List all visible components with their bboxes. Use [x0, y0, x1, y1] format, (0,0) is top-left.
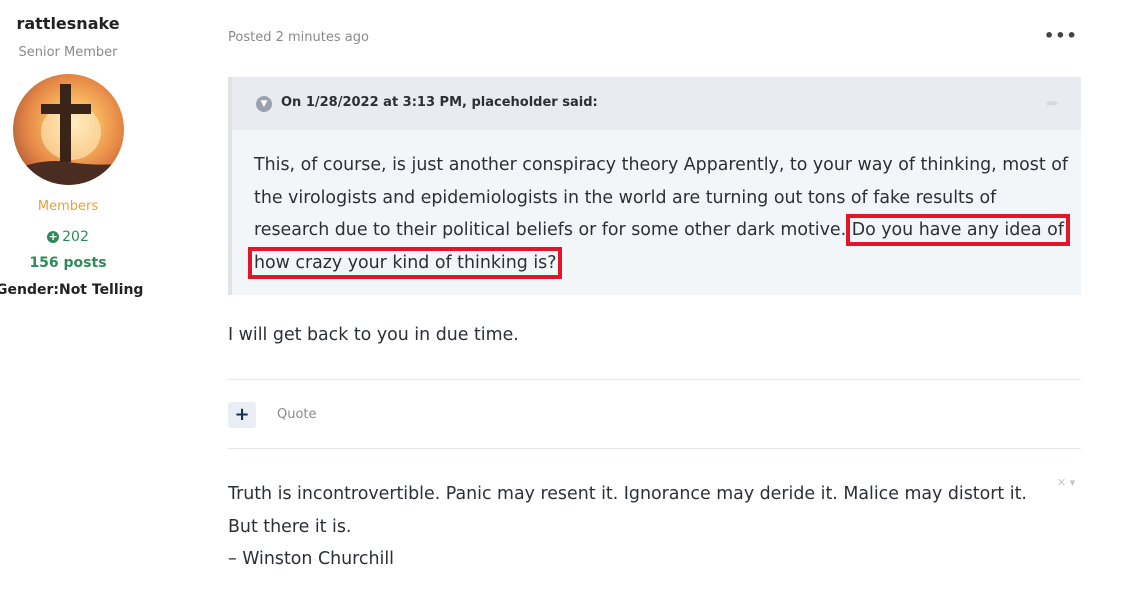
forum-post: rattlesnake Senior Member Members +202 1… [0, 0, 1126, 600]
signature-quote: Truth is incontrovertible. Panic may res… [228, 484, 1027, 537]
quote-citation: On 1/28/2022 at 3:13 PM, placeholder sai… [281, 95, 598, 110]
share-arrow-icon[interactable]: ➦ [1046, 94, 1066, 112]
post-date[interactable]: Posted 2 minutes ago [228, 30, 369, 45]
author-username[interactable]: rattlesnake [8, 14, 128, 33]
more-options-icon[interactable]: ••• [1044, 26, 1077, 45]
quote-header: ▼ On 1/28/2022 at 3:13 PM, placeholder s… [232, 77, 1081, 130]
author-rank: Senior Member [18, 45, 118, 60]
author-reputation: +202 [8, 229, 128, 245]
quote-button[interactable]: Quote [277, 407, 317, 422]
author-gender: Gender:Not Telling [0, 282, 144, 298]
cross-sunset-avatar-image [13, 84, 124, 185]
chevron-down-icon[interactable]: ▼ [256, 96, 272, 112]
signature: Truth is incontrovertible. Panic may res… [228, 478, 1048, 576]
author-panel: rattlesnake Senior Member Members +202 1… [0, 0, 143, 320]
author-post-count: 156 posts [29, 255, 107, 271]
divider [228, 379, 1081, 380]
author-group: Members [37, 199, 99, 214]
avatar[interactable] [13, 74, 124, 185]
quote-text: This, of course, is just another conspir… [248, 149, 1074, 279]
signature-hide-icon[interactable]: ✕ ▾ [1057, 476, 1075, 489]
quote-block: ▼ On 1/28/2022 at 3:13 PM, placeholder s… [228, 77, 1081, 295]
divider [228, 448, 1081, 449]
signature-attribution: – Winston Churchill [228, 549, 394, 569]
plus-circle-icon: + [47, 230, 60, 243]
reputation-count: 202 [62, 229, 89, 245]
multiquote-plus-button[interactable]: + [228, 402, 256, 428]
post-reply-text: I will get back to you in due time. [228, 325, 519, 345]
